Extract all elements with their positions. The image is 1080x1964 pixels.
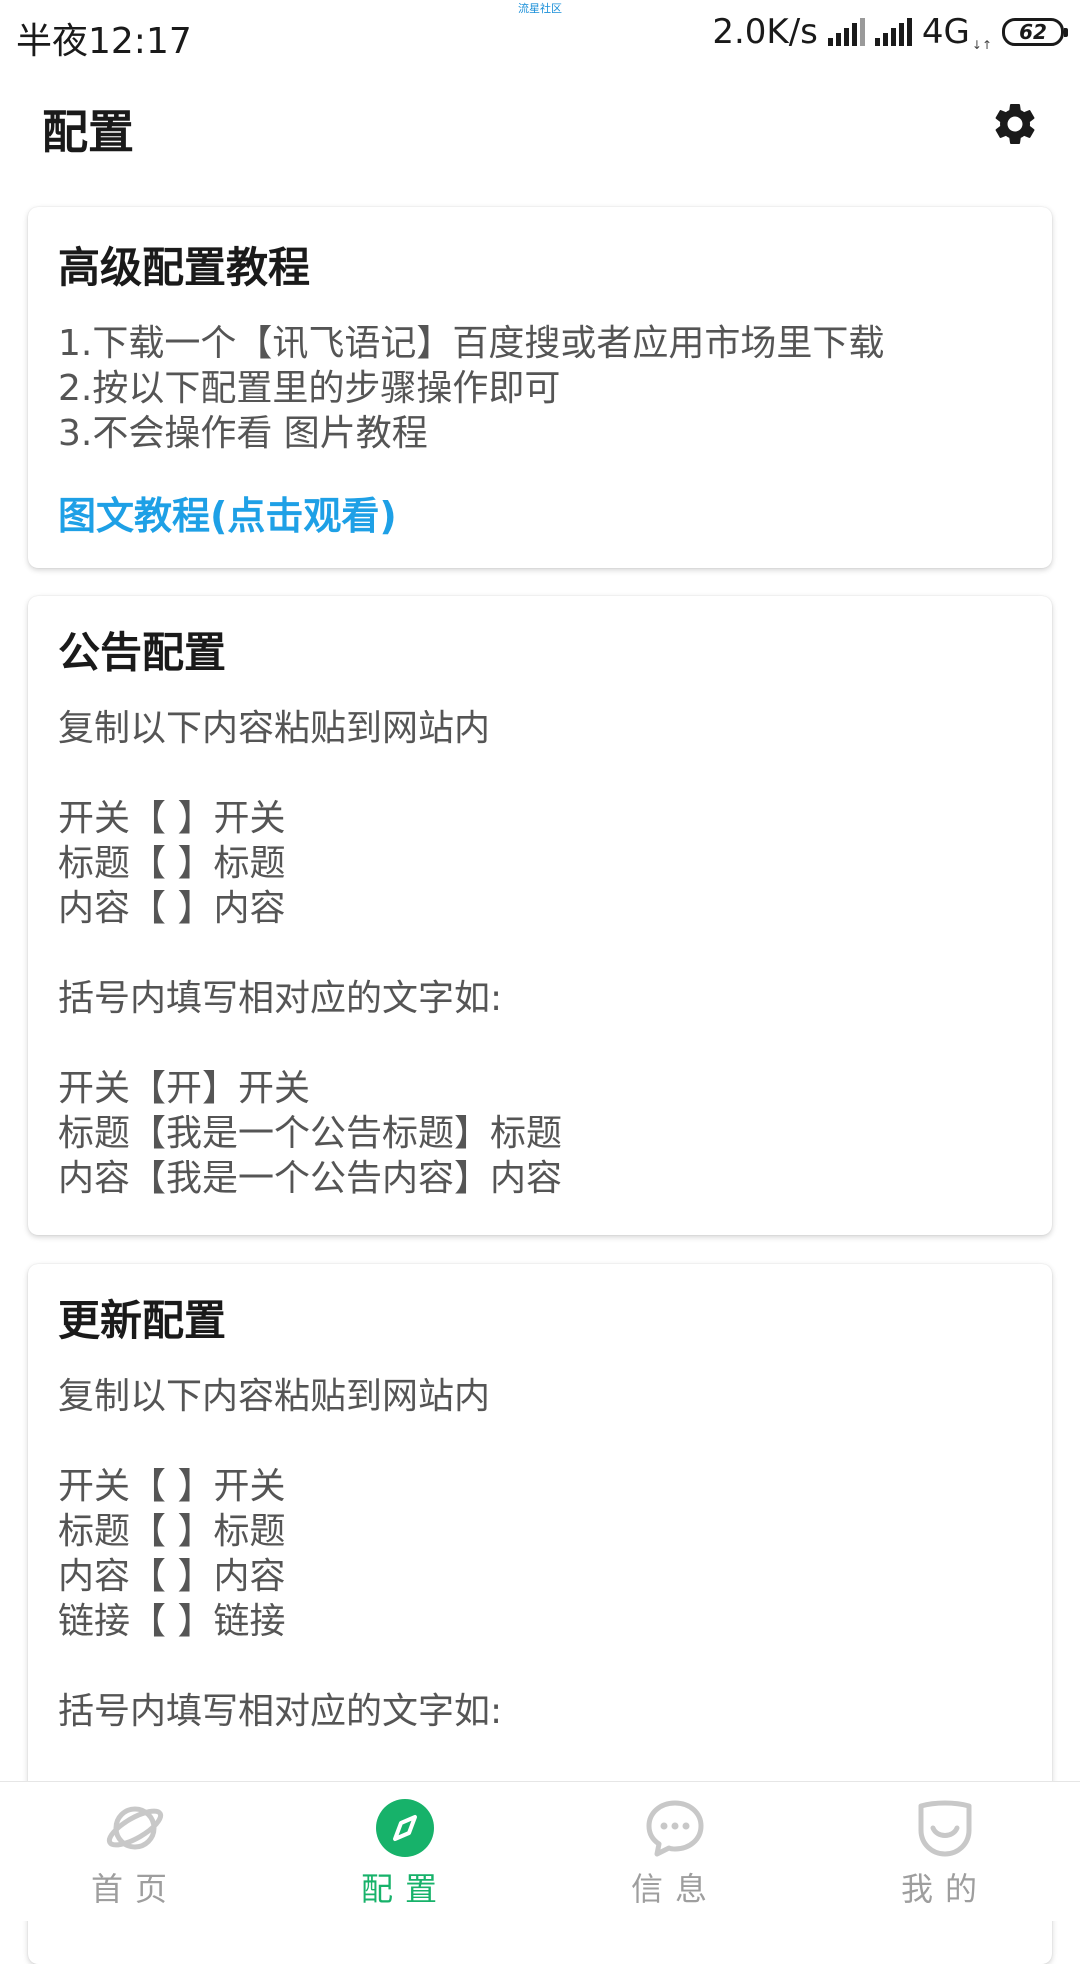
nav-label: 配置 [360, 1870, 449, 1908]
status-right-group: 2.0K/s 4G ↓↑ 62 [712, 12, 1068, 52]
smile-face-icon [918, 1800, 972, 1857]
card-title: 高级配置教程 [58, 243, 311, 292]
nav-item-messages[interactable]: 信息 [540, 1782, 810, 1921]
data-arrows-icon: ↓↑ [971, 38, 992, 52]
bottom-nav: 首页 配置 信息 我的 [0, 1781, 1080, 1921]
nav-label: 信息 [630, 1870, 719, 1908]
tutorial-card: 高级配置教程 1.下载一个【讯飞语记】百度搜或者应用市场里下载 2.按以下配置里… [28, 207, 1052, 568]
chat-bubble-icon [646, 1800, 704, 1857]
status-time: 半夜12:17 [16, 21, 192, 62]
card-body: 复制以下内容粘贴到网站内 开关【 】开关 标题【 】标题 内容【 】内容 括号内… [58, 708, 563, 1199]
card-title: 更新配置 [58, 1296, 227, 1345]
image-tutorial-link[interactable]: 图文教程(点击观看) [58, 491, 397, 541]
network-type: 4G [921, 12, 970, 52]
status-bar: 半夜12:17 流星社区 2.0K/s 4G ↓↑ 62 [0, 0, 1080, 70]
signal-icon [874, 18, 912, 46]
announcement-config-card: 公告配置 复制以下内容粘贴到网站内 开关【 】开关 标题【 】标题 内容【 】内… [28, 596, 1052, 1235]
status-carrier-label: 流星社区 [518, 2, 562, 15]
compass-icon [376, 1799, 434, 1857]
nav-item-config[interactable]: 配置 [270, 1782, 540, 1921]
nav-item-me[interactable]: 我的 [810, 1782, 1080, 1921]
signal-icon [827, 18, 865, 46]
card-body: 1.下载一个【讯飞语记】百度搜或者应用市场里下载 2.按以下配置里的步骤操作即可… [58, 323, 885, 454]
nav-item-home[interactable]: 首页 [0, 1782, 270, 1921]
net-speed: 2.0K/s [712, 12, 818, 52]
battery-icon: 62 [1002, 18, 1068, 46]
battery-level: 62 [1019, 20, 1047, 44]
planet-icon [106, 1806, 164, 1850]
nav-label: 首页 [90, 1870, 179, 1908]
page-title: 配置 [42, 105, 134, 159]
card-body: 复制以下内容粘贴到网站内 开关【 】开关 标题【 】标题 内容【 】内容 链接【… [58, 1376, 503, 1732]
gear-icon[interactable] [990, 99, 1040, 149]
card-title: 公告配置 [58, 628, 227, 677]
nav-label: 我的 [900, 1870, 989, 1908]
